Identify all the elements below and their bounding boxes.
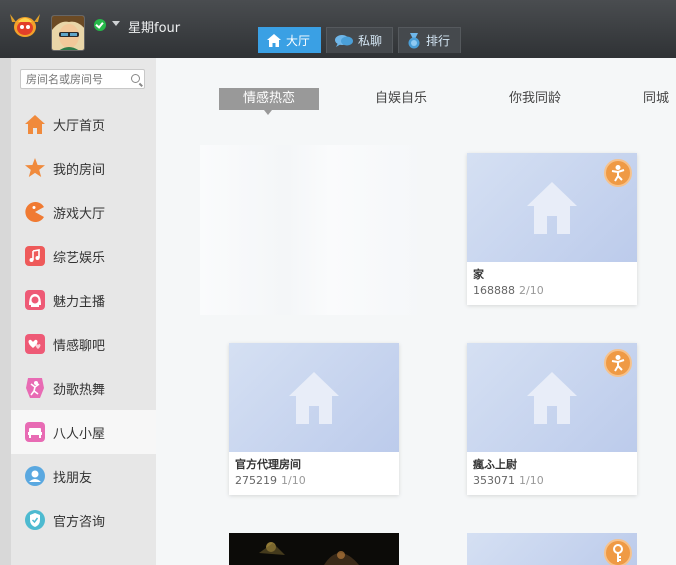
sidebar-item-label: 我的房间 (53, 162, 106, 178)
star-icon (25, 158, 45, 178)
category-tab-same-age[interactable]: 你我同龄 (509, 88, 561, 110)
room-id: 353071 (473, 474, 515, 487)
online-status-icon (94, 19, 106, 31)
house-icon (25, 114, 45, 134)
room-card[interactable]: 家 168888 2/10 (467, 153, 637, 305)
room-id: 168888 (473, 284, 515, 297)
sidebar-item-label: 魅力主播 (53, 294, 106, 310)
house-placeholder-icon (289, 371, 339, 424)
hearts-icon (25, 334, 45, 354)
sidebar-item-dance[interactable]: 劲歌热舞 (11, 366, 156, 410)
room-occupancy: 1/10 (519, 474, 544, 487)
category-tab-self-entertain[interactable]: 自娱自乐 (375, 88, 427, 110)
key-icon (604, 539, 632, 565)
pacman-icon (25, 202, 45, 222)
dancer-icon (25, 378, 45, 398)
search-input[interactable] (21, 70, 144, 88)
room-card[interactable]: 瘋ふ上尉 353071 1/10 (467, 343, 637, 495)
room-occupancy: 2/10 (519, 284, 544, 297)
room-occupancy: 1/10 (281, 474, 306, 487)
room-card-partial[interactable] (467, 533, 637, 565)
tab-hall[interactable]: 大厅 (258, 27, 322, 53)
tab-hall-label: 大厅 (286, 34, 311, 48)
category-tab-romance[interactable]: 情感热恋 (219, 88, 319, 115)
avatar[interactable] (51, 15, 85, 51)
tab-ranking[interactable]: 排行 (398, 27, 462, 53)
person-circle-icon (25, 466, 45, 486)
room-thumbnail (229, 533, 399, 565)
room-thumbnail (467, 153, 637, 262)
username[interactable]: 星期four (128, 17, 180, 36)
girl-icon (25, 290, 45, 310)
sidebar-item-label: 八人小屋 (53, 426, 106, 442)
room-search (20, 69, 145, 89)
sidebar-item-label: 综艺娱乐 (53, 250, 106, 266)
room-thumbnail (467, 533, 637, 565)
sidebar-item-emotion-chat[interactable]: 情感聊吧 (11, 322, 156, 366)
room-meta: 275219 1/10 (235, 474, 306, 487)
room-card-partial[interactable] (229, 533, 399, 565)
sidebar-item-variety[interactable]: 综艺娱乐 (11, 234, 156, 278)
sidebar-item-label: 游戏大厅 (53, 206, 106, 222)
kid-icon (604, 349, 632, 377)
medal-icon (408, 32, 420, 48)
loading-placeholder (200, 145, 417, 315)
tab-ranking-label: 排行 (426, 34, 451, 48)
sidebar-item-official-help[interactable]: 官方咨询 (11, 498, 156, 542)
room-id: 275219 (235, 474, 277, 487)
category-tab-same-city[interactable]: 同城 (643, 88, 669, 110)
main-nav: 大厅 私聊 排行 (258, 27, 462, 53)
title-bar: 星期four 大厅 私聊 排行 (0, 0, 676, 58)
sidebar-item-hosts[interactable]: 魅力主播 (11, 278, 156, 322)
room-title: 官方代理房间 (235, 458, 301, 471)
sidebar-item-label: 情感聊吧 (53, 338, 106, 354)
sidebar-edge (0, 58, 11, 565)
room-thumbnail (229, 343, 399, 452)
tab-private-chat[interactable]: 私聊 (326, 27, 394, 53)
chat-bubble-icon (335, 35, 354, 47)
sidebar-item-label: 劲歌热舞 (53, 382, 106, 398)
sidebar-menu: 大厅首页 我的房间 游戏大厅 综艺娱乐 魅力主播 情感聊吧 劲歌热舞 八人小屋 … (11, 102, 156, 542)
room-meta: 353071 1/10 (473, 474, 544, 487)
house-placeholder-icon (527, 371, 577, 424)
sidebar-item-my-rooms[interactable]: 我的房间 (11, 146, 156, 190)
room-title: 家 (473, 268, 484, 281)
tab-private-chat-label: 私聊 (358, 34, 383, 48)
room-meta: 168888 2/10 (473, 284, 544, 297)
room-card[interactable]: 官方代理房间 275219 1/10 (229, 343, 399, 495)
music-note-icon (25, 246, 45, 266)
room-title: 瘋ふ上尉 (473, 458, 517, 471)
room-thumbnail (467, 343, 637, 452)
sidebar-item-label: 官方咨询 (53, 514, 106, 530)
home-icon (267, 34, 281, 47)
shield-icon (25, 510, 45, 530)
sidebar-item-label: 大厅首页 (53, 118, 106, 134)
sidebar-item-find-friends[interactable]: 找朋友 (11, 454, 156, 498)
sidebar-item-game-hall[interactable]: 游戏大厅 (11, 190, 156, 234)
search-icon[interactable] (131, 74, 140, 83)
sidebar-item-eight-person-room[interactable]: 八人小屋 (11, 410, 156, 454)
status-dropdown-icon[interactable] (112, 21, 120, 26)
kid-icon (604, 159, 632, 187)
house-placeholder-icon (527, 181, 577, 234)
sidebar-item-hall-home[interactable]: 大厅首页 (11, 102, 156, 146)
sidebar-item-label: 找朋友 (53, 470, 93, 486)
app-logo-icon (8, 8, 42, 42)
room-photo-icon (229, 533, 399, 565)
sofa-icon (25, 422, 45, 442)
